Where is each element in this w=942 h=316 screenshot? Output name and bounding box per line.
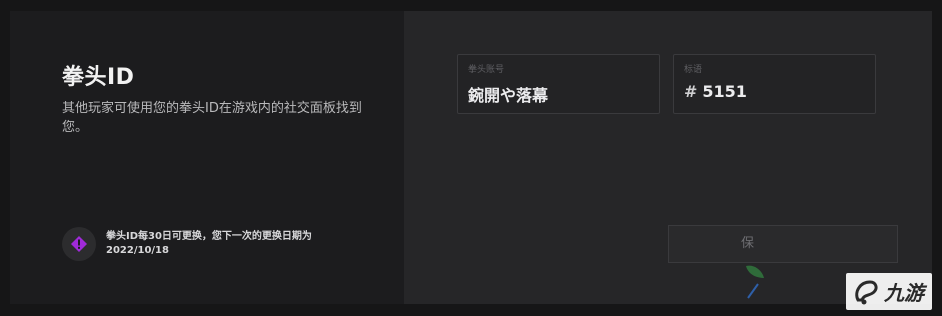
- watermark-text: 九游: [884, 281, 924, 305]
- riot-id-field[interactable]: 拳头账号 鋺開や落幕: [457, 54, 660, 114]
- riot-id-panel: 拳头ID 其他玩家可使用您的拳头ID在游戏内的社交面板找到您。 拳头ID每30日…: [10, 11, 932, 304]
- riot-id-value: 鋺開や落幕: [468, 86, 549, 105]
- riot-id-label: 拳头账号: [468, 65, 505, 75]
- decorative-leaf-icon: [746, 265, 764, 299]
- change-notice: 拳头ID每30日可更换，您下一次的更换日期为 2022/10/18: [62, 227, 366, 261]
- notice-text: 拳头ID每30日可更换，您下一次的更换日期为 2022/10/18: [106, 231, 312, 256]
- warning-diamond-icon: [71, 236, 87, 252]
- tagline-label: 标语: [684, 65, 703, 75]
- tagline-value: 5151: [702, 82, 747, 101]
- tagline-value-row: #5151: [684, 82, 747, 101]
- info-section: 拳头ID 其他玩家可使用您的拳头ID在游戏内的社交面板找到您。 拳头ID每30日…: [10, 11, 404, 304]
- tagline-field[interactable]: 标语 #5151: [673, 54, 876, 114]
- jiuyou-logo-icon: [855, 279, 878, 304]
- save-button[interactable]: 保: [668, 225, 898, 263]
- hash-symbol: #: [684, 82, 698, 101]
- page-title: 拳头ID: [62, 65, 135, 90]
- warning-badge: [62, 227, 96, 261]
- watermark: 九游: [846, 273, 932, 310]
- form-section: 拳头账号 鋺開や落幕 标语 #5151 保: [404, 11, 932, 304]
- description-text: 其他玩家可使用您的拳头ID在游戏内的社交面板找到您。: [62, 101, 362, 135]
